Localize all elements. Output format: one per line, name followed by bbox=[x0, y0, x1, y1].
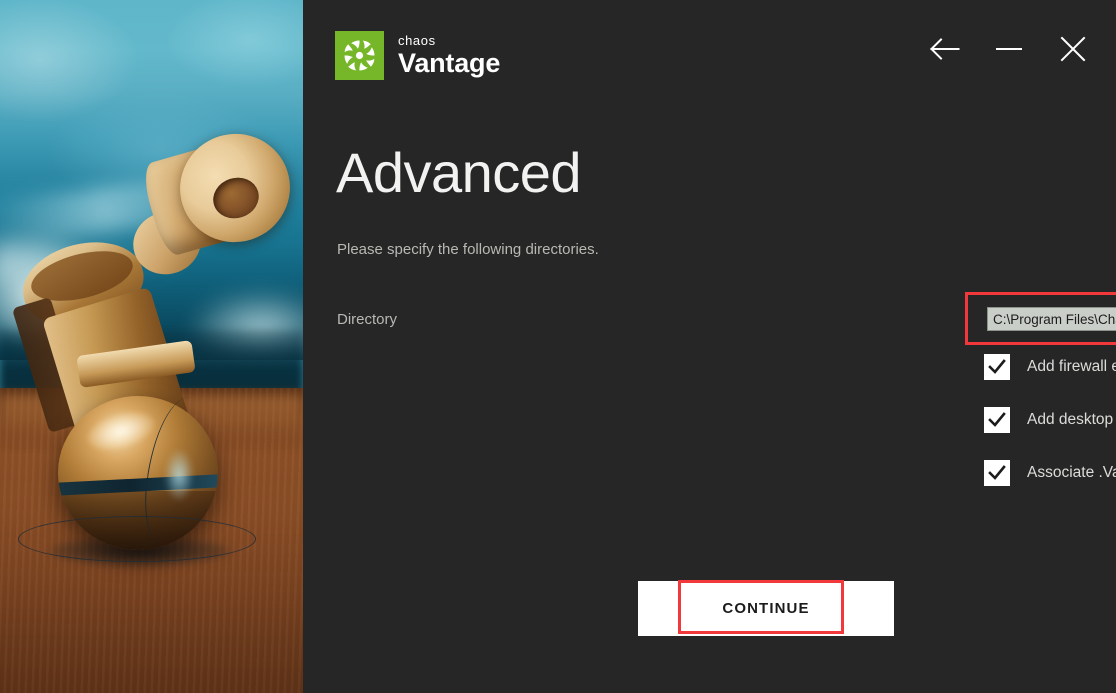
check-icon bbox=[987, 410, 1007, 430]
installer-window: chaos Vantage Advanced Please specify th… bbox=[0, 0, 1116, 693]
directory-input[interactable] bbox=[987, 307, 1116, 331]
content-panel: chaos Vantage Advanced Please specify th… bbox=[303, 0, 1116, 693]
page-title: Advanced bbox=[336, 141, 582, 204]
checkbox-add-firewall-exceptions[interactable] bbox=[984, 354, 1010, 380]
continue-button-label: CONTINUE bbox=[722, 600, 810, 617]
arrow-left-icon bbox=[930, 38, 960, 60]
brand-company-name: chaos bbox=[398, 33, 436, 48]
brand-product-name: Vantage bbox=[398, 48, 501, 78]
option-add-firewall-exceptions[interactable]: Add firewall exceptions bbox=[984, 354, 1116, 380]
back-button[interactable] bbox=[928, 32, 962, 66]
kendama-ball-highlight bbox=[83, 405, 159, 458]
kendama-string-loop bbox=[18, 516, 256, 562]
checkbox-associate-vantage-files[interactable] bbox=[984, 460, 1010, 486]
minimize-button[interactable] bbox=[992, 32, 1026, 66]
option-label: Associate .Vantage files bbox=[1027, 464, 1116, 481]
option-associate-vantage-files[interactable]: Associate .Vantage files bbox=[984, 460, 1116, 486]
page-subtitle: Please specify the following directories… bbox=[337, 241, 599, 258]
continue-button[interactable]: CONTINUE bbox=[638, 581, 894, 636]
directory-label: Directory bbox=[337, 311, 398, 328]
chaos-logo-icon bbox=[335, 31, 384, 80]
brand-text: chaos Vantage bbox=[398, 34, 500, 77]
close-button[interactable] bbox=[1056, 32, 1090, 66]
check-icon bbox=[987, 357, 1007, 377]
check-icon bbox=[987, 463, 1007, 483]
hero-image-panel bbox=[0, 0, 303, 693]
minimize-icon bbox=[996, 38, 1022, 60]
checkbox-add-desktop-shortcut[interactable] bbox=[984, 407, 1010, 433]
brand-logo: chaos Vantage bbox=[335, 31, 500, 80]
close-icon bbox=[1060, 36, 1086, 62]
window-controls bbox=[928, 32, 1090, 66]
option-add-desktop-shortcut[interactable]: Add desktop shortcut bbox=[984, 407, 1116, 433]
option-label: Add desktop shortcut bbox=[1027, 411, 1116, 428]
hero-artwork bbox=[0, 0, 303, 693]
options-list: Add firewall exceptions Add desktop shor… bbox=[984, 354, 1116, 513]
option-label: Add firewall exceptions bbox=[1027, 358, 1116, 375]
